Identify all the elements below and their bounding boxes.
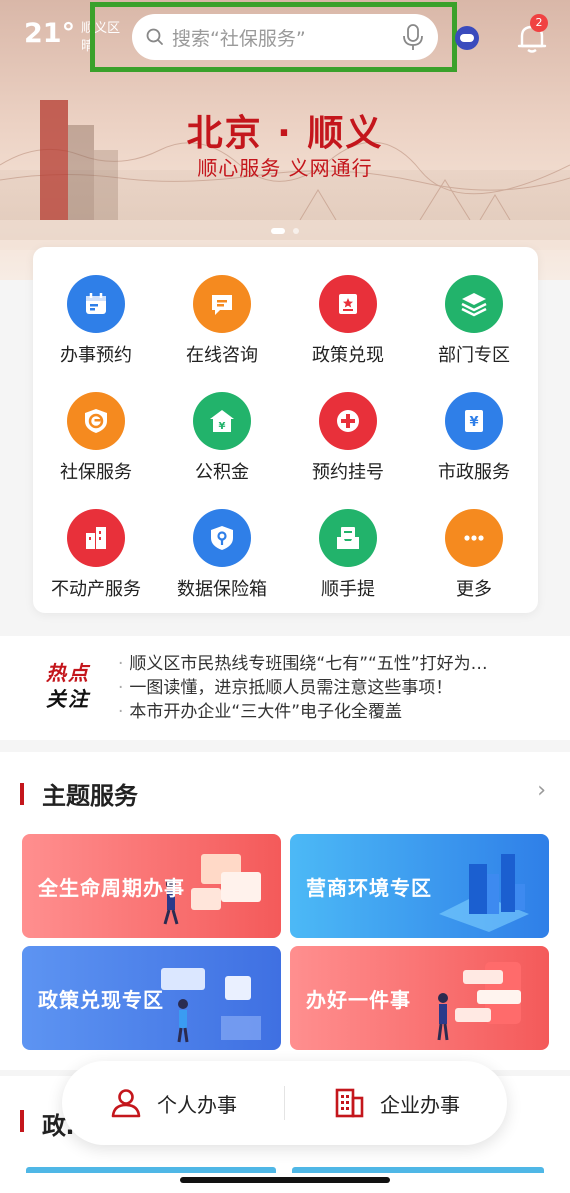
service-label: 顺手提 bbox=[321, 579, 375, 600]
policy-card-edge bbox=[292, 1167, 544, 1173]
service-label: 部门专区 bbox=[438, 345, 510, 366]
service-label: 市政服务 bbox=[438, 462, 510, 483]
notification-badge: 2 bbox=[530, 14, 548, 32]
yuan-document-icon: ¥ bbox=[445, 392, 503, 450]
chevron-right-icon[interactable]: › bbox=[537, 778, 546, 803]
service-label: 社保服务 bbox=[60, 462, 132, 483]
section-title: 主题服务 bbox=[42, 782, 138, 810]
service-municipal[interactable]: ¥ 市政服务 bbox=[411, 392, 537, 484]
tile-label: 办好一件事 bbox=[306, 988, 411, 1012]
service-grid: 办事预约 在线咨询 政策兑现 部门专区 社保服务 ¥ 公积金 预约挂号 ¥ 市政… bbox=[33, 275, 538, 601]
assistant-robot-icon[interactable] bbox=[455, 26, 479, 50]
news-item[interactable]: 本市开办企业“三大件”电子化全覆盖 bbox=[118, 700, 488, 724]
house-fund-icon: ¥ bbox=[193, 392, 251, 450]
service-housing-fund[interactable]: ¥ 公积金 bbox=[159, 392, 285, 484]
news-item[interactable]: 顺义区市民热线专班围绕“七有”“五性”打好为… bbox=[118, 652, 487, 676]
business-affairs-button[interactable]: 企业办事 bbox=[285, 1086, 507, 1120]
shield-key-icon bbox=[193, 509, 251, 567]
inbox-icon bbox=[319, 509, 377, 567]
news-item[interactable]: 一图读懂，进京抵顺人员需注意这些事项！ bbox=[118, 676, 488, 700]
search-placeholder: 搜索“社保服务” bbox=[172, 27, 306, 50]
service-label: 不动产服务 bbox=[51, 579, 141, 600]
calendar-icon bbox=[67, 275, 125, 333]
hot-news-badge: 热点 关注 bbox=[46, 660, 90, 712]
hot-news-badge-line1: 热点 bbox=[46, 661, 90, 685]
personal-affairs-label: 个人办事 bbox=[157, 1092, 237, 1117]
service-label: 数据保险箱 bbox=[177, 579, 267, 600]
section-marker bbox=[20, 782, 24, 805]
more-icon bbox=[445, 509, 503, 567]
office-building-icon bbox=[335, 1088, 364, 1118]
temperature: 21° bbox=[24, 18, 76, 49]
service-more[interactable]: 更多 bbox=[411, 509, 537, 601]
tile-policy-redeem[interactable]: 政策兑现专区 bbox=[22, 946, 281, 1050]
service-label: 公积金 bbox=[195, 462, 249, 483]
search-bar[interactable]: 搜索“社保服务” bbox=[132, 14, 438, 60]
service-appointment[interactable]: 办事预约 bbox=[33, 275, 159, 367]
carousel-dot bbox=[293, 228, 299, 234]
svg-text:¥: ¥ bbox=[469, 415, 478, 430]
layers-icon bbox=[445, 275, 503, 333]
floating-bottom-nav: 个人办事 企业办事 bbox=[62, 1061, 507, 1145]
home-indicator[interactable] bbox=[180, 1177, 390, 1183]
service-department[interactable]: 部门专区 bbox=[411, 275, 537, 367]
service-registration[interactable]: 预约挂号 bbox=[285, 392, 411, 484]
tile-one-thing[interactable]: 办好一件事 bbox=[290, 946, 549, 1050]
service-real-estate[interactable]: 不动产服务 bbox=[33, 509, 159, 601]
tile-label: 全生命周期办事 bbox=[38, 876, 185, 900]
person-boards-illustration bbox=[161, 968, 261, 1043]
service-policy-redeem[interactable]: 政策兑现 bbox=[285, 275, 411, 367]
hot-news-badge-line2: 关注 bbox=[46, 687, 90, 711]
service-shunshouti[interactable]: 顺手提 bbox=[285, 509, 411, 601]
service-social-security[interactable]: 社保服务 bbox=[33, 392, 159, 484]
carousel-indicator bbox=[0, 228, 570, 234]
service-online-consult[interactable]: 在线咨询 bbox=[159, 275, 285, 367]
hot-news-list: 顺义区市民热线专班围绕“七有”“五性”打好为… 一图读懂，进京抵顺人员需注意这些… bbox=[118, 652, 488, 724]
city-buildings-illustration bbox=[439, 854, 529, 932]
tile-life-cycle[interactable]: 全生命周期办事 bbox=[22, 834, 281, 938]
hot-news-section: 热点 关注 顺义区市民热线专班围绕“七有”“五性”打好为… 一图读懂，进京抵顺人… bbox=[0, 636, 570, 740]
service-label: 更多 bbox=[456, 579, 492, 600]
person-phone-illustration bbox=[437, 962, 521, 1041]
business-affairs-label: 企业办事 bbox=[380, 1092, 460, 1117]
medical-cross-icon bbox=[319, 392, 377, 450]
service-data-safe[interactable]: 数据保险箱 bbox=[159, 509, 285, 601]
service-label: 预约挂号 bbox=[312, 462, 384, 483]
tile-label: 政策兑现专区 bbox=[38, 988, 164, 1012]
tile-label: 营商环境专区 bbox=[306, 876, 432, 900]
personal-affairs-button[interactable]: 个人办事 bbox=[62, 1086, 284, 1120]
person-icon bbox=[111, 1089, 141, 1118]
theme-services-section: 主题服务 › 全生命周期办事 营商环境专区 政策兑现专区 办好一件事 bbox=[0, 752, 570, 1070]
service-label: 在线咨询 bbox=[186, 345, 258, 366]
banner-subtitle: 顺心服务 义网通行 bbox=[197, 156, 373, 180]
building-icon bbox=[67, 509, 125, 567]
chat-icon bbox=[193, 275, 251, 333]
svg-text:¥: ¥ bbox=[219, 421, 226, 432]
service-grid-card: 办事预约 在线咨询 政策兑现 部门专区 社保服务 ¥ 公积金 预约挂号 ¥ 市政… bbox=[33, 247, 538, 613]
policy-icon bbox=[319, 275, 377, 333]
policy-card-edge bbox=[26, 1167, 276, 1173]
service-label: 办事预约 bbox=[60, 345, 132, 366]
carousel-dot-active bbox=[271, 228, 285, 234]
tile-business-environment[interactable]: 营商环境专区 bbox=[290, 834, 549, 938]
section-marker bbox=[20, 1110, 24, 1132]
microphone-icon[interactable] bbox=[402, 23, 424, 51]
search-icon bbox=[146, 28, 163, 45]
service-label: 政策兑现 bbox=[312, 345, 384, 366]
social-security-icon bbox=[67, 392, 125, 450]
banner-title: 北京 · 顺义 bbox=[186, 113, 384, 154]
